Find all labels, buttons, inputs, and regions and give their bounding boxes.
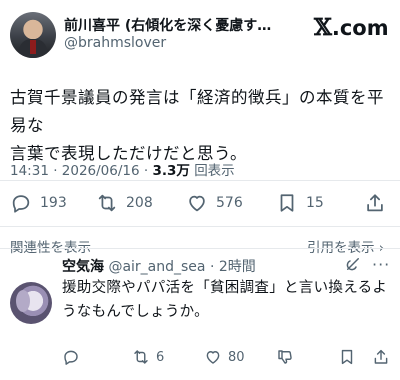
reply-like-button[interactable]: 80 xyxy=(204,344,245,370)
grok-icon[interactable] xyxy=(344,255,362,273)
x-logo-text: .com xyxy=(331,16,389,40)
author-name[interactable]: 前川喜平 (右傾化を深く憂慮す… xyxy=(64,15,271,35)
reply-time[interactable]: · 2時間 xyxy=(210,259,256,275)
reply-like-count: 80 xyxy=(228,349,245,365)
divider xyxy=(0,180,400,181)
tweet-text: 古賀千景議員の発言は「経済的徴兵」の本質を平易な 言葉で表現しただけだと思う。 xyxy=(10,84,394,168)
x-logo: 𝕏.com xyxy=(314,14,389,41)
reply-text: 援助交際やパパ活を「貧困調査」と言い換えるようなもんでしょうか。 xyxy=(62,280,388,320)
more-options-icon[interactable]: ··· xyxy=(372,255,390,274)
like-button[interactable]: 576 xyxy=(186,188,243,218)
share-button[interactable] xyxy=(364,188,386,218)
retweet-count: 208 xyxy=(126,195,153,211)
bookmark-button[interactable]: 15 xyxy=(276,188,324,218)
heart-icon xyxy=(189,195,205,212)
reply-icon xyxy=(12,195,30,213)
heart-icon xyxy=(206,351,220,364)
bookmark-icon xyxy=(341,349,353,365)
reply-share-button[interactable] xyxy=(372,344,390,370)
share-icon xyxy=(367,194,383,212)
reply-avatar[interactable] xyxy=(10,282,52,324)
view-quotes-link[interactable]: 引用を表示 › xyxy=(307,236,384,256)
tweet-timestamp[interactable]: 14:31 · 2026/06/16 · xyxy=(10,163,152,179)
tweet-meta: 14:31 · 2026/06/16 · 3.3万 回表示 xyxy=(10,159,235,179)
retweet-icon xyxy=(98,194,116,212)
related-sort-button[interactable]: 関連性を表示 xyxy=(10,236,91,256)
like-count: 576 xyxy=(216,195,243,211)
reply-actions: 6 80 xyxy=(0,344,400,370)
views-label: 回表示 xyxy=(194,163,235,179)
reply-header: 空気海 @air_and_sea · 2時間 xyxy=(62,256,256,276)
reply-reply-button[interactable] xyxy=(62,344,86,370)
bookmark-count: 15 xyxy=(306,195,324,211)
reply-author-name[interactable]: 空気海 xyxy=(62,259,104,275)
tweet-text-line-1: 古賀千景議員の発言は「経済的徴兵」の本質を平易な xyxy=(10,88,384,135)
reply-author-handle[interactable]: @air_and_sea xyxy=(108,259,205,275)
author-handle[interactable]: @brahmslover xyxy=(64,35,166,51)
retweet-icon xyxy=(134,350,148,364)
divider xyxy=(0,248,400,249)
tweet-actions: 193 208 576 15 xyxy=(0,188,400,218)
author-avatar[interactable] xyxy=(10,12,56,58)
retweet-button[interactable]: 208 xyxy=(96,188,153,218)
reply-icon xyxy=(64,350,78,365)
divider xyxy=(0,226,400,227)
thumbs-down-icon xyxy=(278,350,292,364)
share-icon xyxy=(374,349,388,364)
bookmark-icon xyxy=(280,194,294,212)
reply-button[interactable]: 193 xyxy=(10,188,67,218)
reply-dislike-button[interactable] xyxy=(276,344,294,370)
views-count: 3.3万 xyxy=(152,163,190,179)
reply-count: 193 xyxy=(40,195,67,211)
reply-bookmark-button[interactable] xyxy=(338,344,356,370)
reply-retweet-count: 6 xyxy=(156,349,165,365)
reply-retweet-button[interactable]: 6 xyxy=(132,344,164,370)
